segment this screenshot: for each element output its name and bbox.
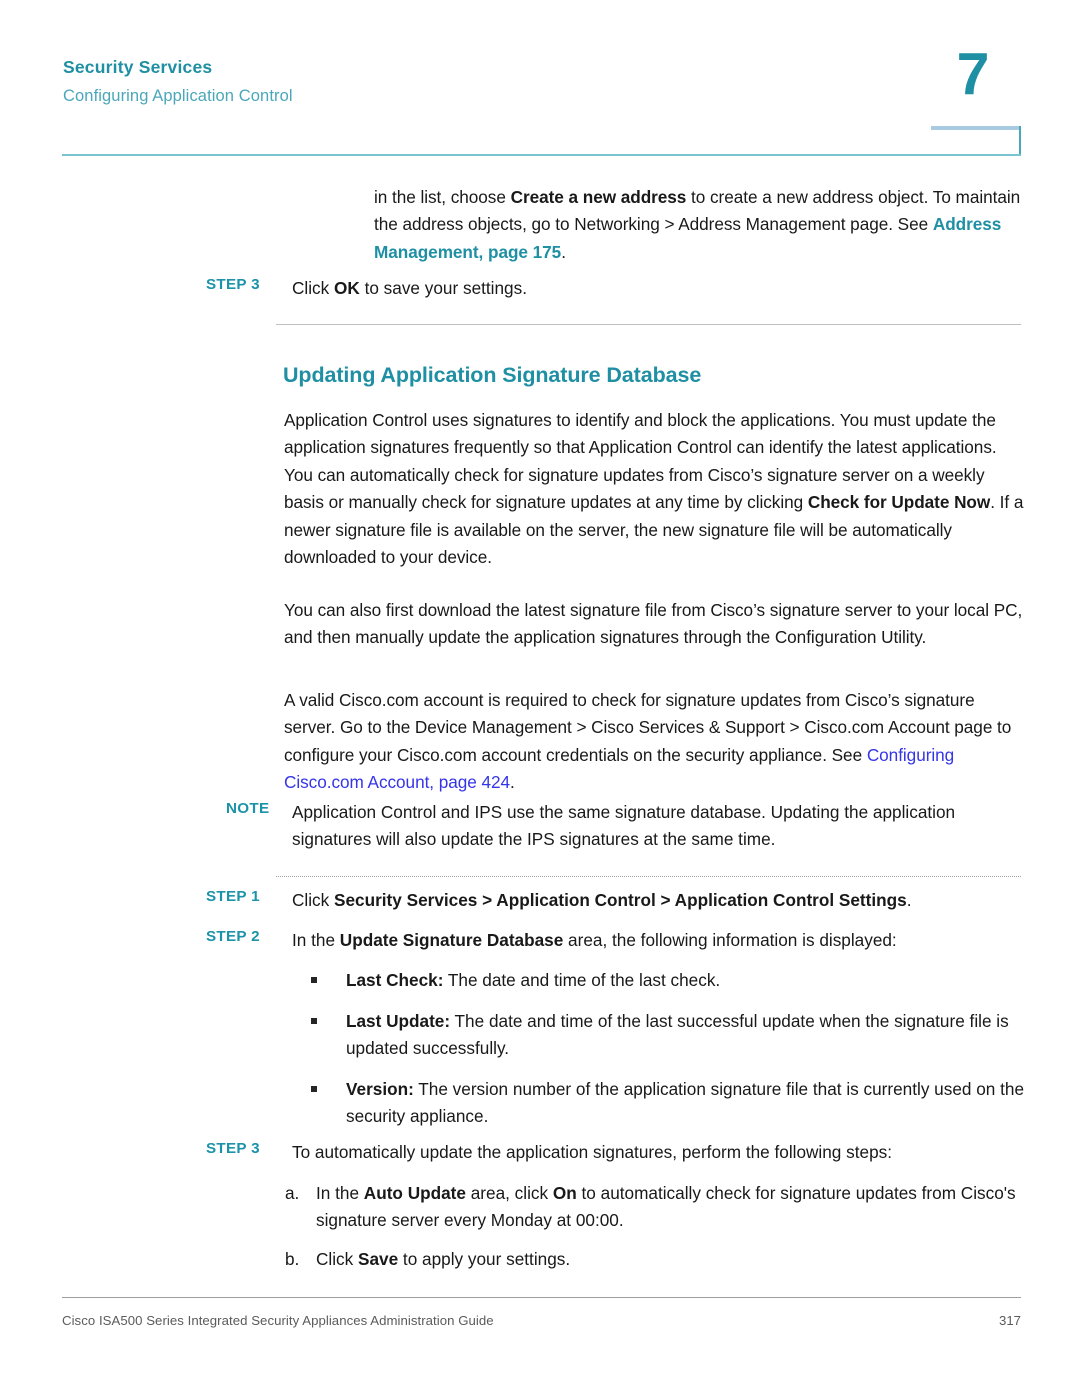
step-label-3-top: STEP 3: [206, 276, 260, 293]
para3-text-2: .: [510, 772, 515, 793]
document-page: Security Services Configuring Applicatio…: [0, 0, 1080, 1397]
substep-marker-b: b.: [285, 1249, 300, 1269]
step-label-1: STEP 1: [206, 888, 260, 905]
step2-bold-update-signature-database: Update Signature Database: [339, 930, 564, 950]
step-body-3-top: Click OK to save your settings.: [292, 275, 1022, 302]
bullet-term-last-update: Last Update:: [346, 1011, 451, 1031]
section-heading: Updating Application Signature Database: [283, 363, 702, 387]
header-rule: [62, 154, 1021, 156]
body-paragraph-1: Application Control uses signatures to i…: [284, 407, 1024, 571]
step-top-bold-ok: OK: [334, 278, 360, 298]
step1-bold-nav-path: Security Services > Application Control …: [334, 890, 907, 910]
para1-bold-check-for-update-now: Check for Update Now: [807, 492, 991, 513]
substep-a-bold-auto-update: Auto Update: [363, 1183, 466, 1203]
step-body-1: Click Security Services > Application Co…: [292, 887, 1027, 914]
substep-marker-a: a.: [285, 1183, 300, 1203]
step1-text-1: Click: [292, 890, 335, 910]
bullet-text-last-check: The date and time of the last check.: [443, 970, 721, 990]
substep-a-bold-on: On: [552, 1183, 577, 1203]
footer-page-number: 317: [998, 1313, 1021, 1328]
substep-b-bold-save: Save: [358, 1249, 399, 1269]
bullet-text-version: The version number of the application si…: [346, 1079, 1025, 1127]
note-body: Application Control and IPS use the same…: [292, 802, 956, 850]
page-header: Security Services Configuring Applicatio…: [0, 0, 1080, 160]
step-top-text-1: Click: [292, 278, 335, 298]
substep-a-text-1: In the: [316, 1183, 364, 1203]
step2-text-1: In the: [292, 930, 340, 950]
step-label-2: STEP 2: [206, 928, 260, 945]
note-label: NOTE: [226, 800, 270, 817]
substep-b-text-1: Click: [316, 1249, 359, 1269]
section-divider-top: [276, 324, 1021, 325]
body-paragraph-3: A valid Cisco.com account is required to…: [284, 687, 1026, 797]
square-bullet-icon: [311, 977, 317, 983]
step1-text-2: .: [906, 890, 912, 910]
square-bullet-icon: [311, 1086, 317, 1092]
substep-b-text-2: to apply your settings.: [398, 1249, 571, 1269]
footer-rule: [62, 1297, 1021, 1298]
header-title: Security Services: [63, 57, 213, 77]
step-top-text-2: to save your settings.: [359, 278, 527, 298]
substep-a-body: In the Auto Update area, click On to aut…: [316, 1180, 1026, 1235]
body-paragraph-2: You can also first download the latest s…: [284, 600, 1023, 648]
note-divider: [276, 876, 1021, 877]
step-label-3: STEP 3: [206, 1140, 260, 1157]
step-body-3: To automatically update the application …: [292, 1142, 892, 1162]
header-box-top-bar: [931, 126, 1021, 130]
continuation-paragraph: in the list, choose Create a new address…: [374, 184, 1022, 266]
intro-text-3: .: [561, 241, 566, 262]
header-subtitle: Configuring Application Control: [63, 87, 293, 105]
bullet-term-version: Version:: [346, 1079, 414, 1099]
list-item-body: Version: The version number of the appli…: [346, 1076, 1046, 1131]
substep-a-text-2: area, click: [465, 1183, 553, 1203]
list-item-body: Last Check: The date and time of the las…: [346, 967, 1026, 994]
substep-b-body: Click Save to apply your settings.: [316, 1246, 1026, 1273]
footer-guide-title: Cisco ISA500 Series Integrated Security …: [62, 1313, 494, 1328]
square-bullet-icon: [311, 1018, 317, 1024]
bullet-term-last-check: Last Check:: [346, 970, 444, 990]
chapter-number: 7: [956, 41, 990, 107]
intro-bold-create-new-address: Create a new address: [510, 187, 687, 207]
intro-text-1: in the list, choose: [374, 187, 511, 207]
step2-text-2: area, the following information is displ…: [563, 930, 897, 950]
step-body-2: In the Update Signature Database area, t…: [292, 927, 1027, 954]
header-box-right-bar: [1019, 126, 1021, 156]
list-item-body: Last Update: The date and time of the la…: [346, 1008, 1026, 1063]
